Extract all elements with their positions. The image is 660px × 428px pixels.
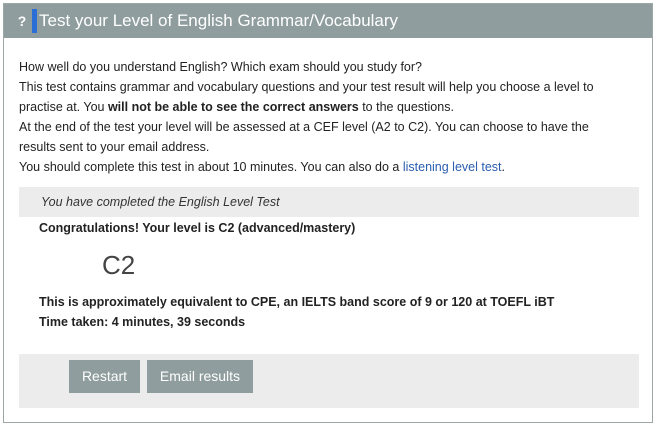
intro-bold-notice: will not be able to see the correct answ… [107,100,359,114]
restart-button[interactable]: Restart [69,360,140,393]
email-results-button[interactable]: Email results [147,360,253,393]
header-accent-bar [32,9,37,33]
level-test-panel: ? Test your Level of English Grammar/Voc… [3,3,653,423]
completed-banner: You have completed the English Level Tes… [19,187,639,217]
intro-text-segment: . [501,160,505,174]
intro-line: results sent to your email address. [19,140,210,154]
intro-line: At the end of the test your level will b… [19,120,589,134]
equivalent-scores: This is approximately equivalent to CPE,… [39,295,555,309]
intro-text-segment: You should complete this test in about 1… [19,160,403,174]
level-result: C2 [102,250,136,280]
intro-text-segment: practise at. You [19,100,108,114]
intro-text: How well do you understand English? Whic… [19,57,644,177]
intro-line: This test contains grammar and vocabular… [19,80,594,94]
panel-header: ? Test your Level of English Grammar/Voc… [4,4,652,38]
intro-line: How well do you understand English? Whic… [19,60,422,74]
time-taken: Time taken: 4 minutes, 39 seconds [39,315,246,329]
congratulations-message: Congratulations! Your level is C2 (advan… [39,221,356,235]
panel-title: Test your Level of English Grammar/Vocab… [39,11,399,30]
listening-test-link[interactable]: listening level test [403,160,502,174]
completed-message: You have completed the English Level Tes… [41,195,280,209]
intro-text-segment: to the questions. [358,100,454,114]
question-mark-icon[interactable]: ? [15,11,29,31]
intro-line: practise at. You will not be able to see… [19,97,644,117]
button-bar: Restart Email results [19,354,639,408]
intro-line: You should complete this test in about 1… [19,157,644,177]
